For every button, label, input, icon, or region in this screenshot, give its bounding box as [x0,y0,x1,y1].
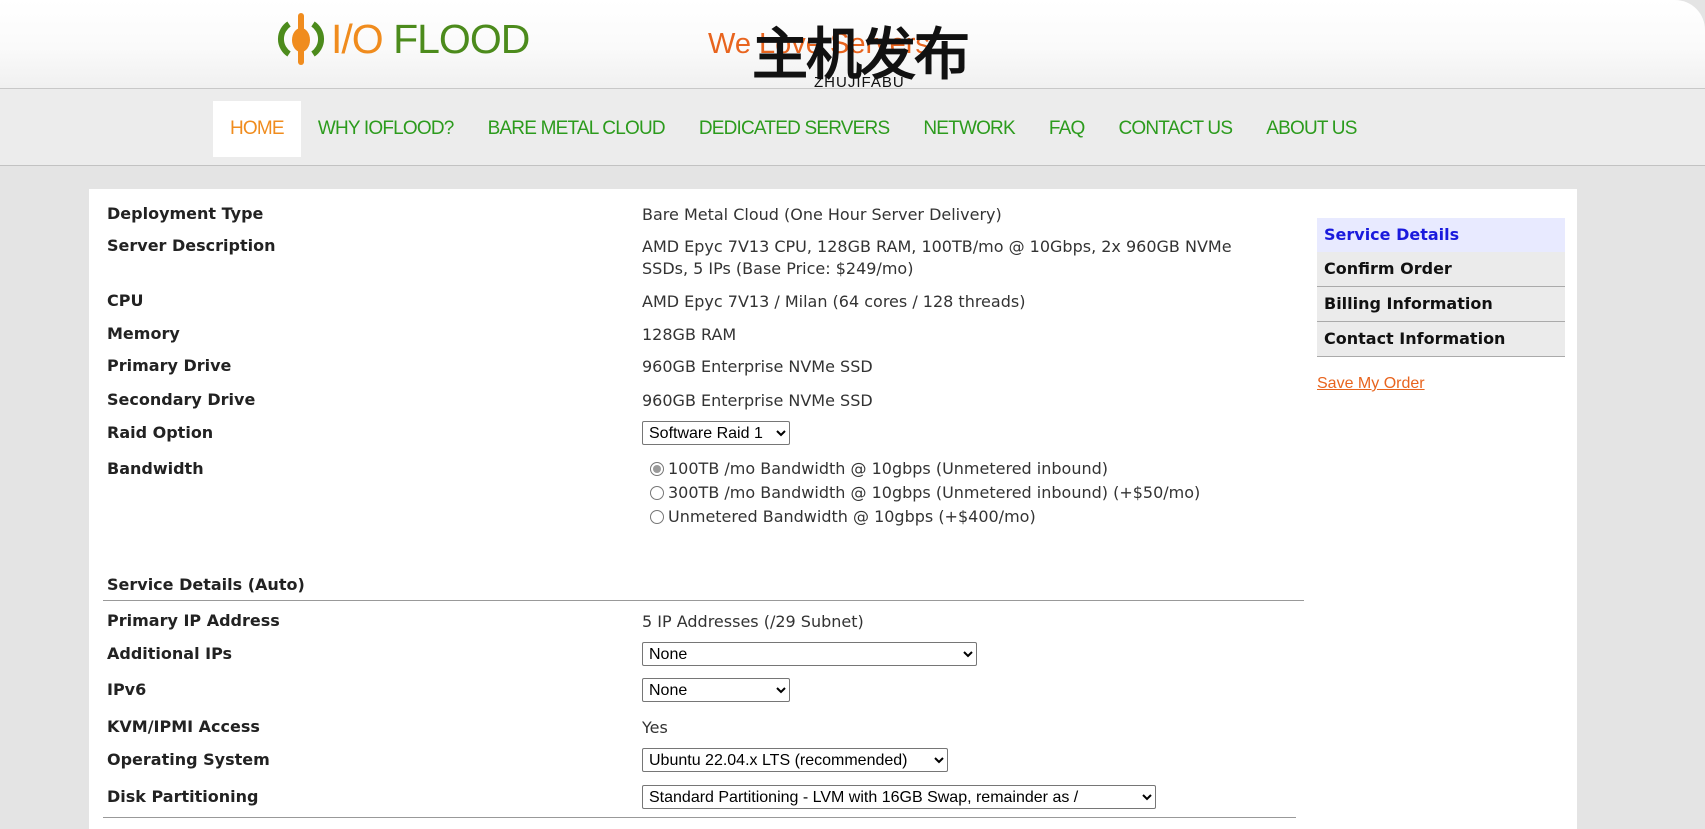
nav-item-dedicated-servers[interactable]: DEDICATED SERVERS [682,101,907,157]
value-server-description: AMD Epyc 7V13 CPU, 128GB RAM, 100TB/mo @… [642,237,1232,278]
bandwidth-option[interactable]: Unmetered Bandwidth @ 10gbps (+$400/mo) [642,505,1282,529]
label-ipv6: IPv6 [107,680,147,699]
label-disk-partitioning: Disk Partitioning [107,787,259,806]
sidebar-item-contact-information[interactable]: Contact Information [1317,322,1565,357]
raid-option-select[interactable]: Software Raid 1 [642,421,790,445]
logo-flood-text: FLOOD [382,15,530,62]
label-operating-system: Operating System [107,750,270,769]
main-nav: HOME WHY IOFLOOD? BARE METAL CLOUD DEDICATE… [0,89,1705,166]
watermark: 主机发布 ZHUJIFABU [752,28,970,92]
ipv6-select[interactable]: None [642,678,790,702]
section-divider [103,817,1296,818]
ioflood-logo[interactable]: I/O FLOOD [275,10,530,68]
bandwidth-radio[interactable] [650,462,664,476]
disk-partitioning-select[interactable]: Standard Partitioning - LVM with 16GB Sw… [642,785,1156,809]
label-memory: Memory [107,324,180,343]
label-raid-option: Raid Option [107,423,214,442]
nav-item-about-us[interactable]: ABOUT US [1249,101,1373,157]
bandwidth-option[interactable]: 100TB /mo Bandwidth @ 10gbps (Unmetered … [642,457,1282,481]
logo-io-text: I/O [331,15,384,62]
label-bandwidth: Bandwidth [107,459,204,478]
label-kvm: KVM/IPMI Access [107,717,260,736]
bandwidth-radio[interactable] [650,486,664,500]
additional-ips-select[interactable]: None [642,642,977,666]
nav-item-bare-metal-cloud[interactable]: BARE METAL CLOUD [471,101,682,157]
label-deployment-type: Deployment Type [107,204,264,223]
nav-item-network[interactable]: NETWORK [906,101,1032,157]
bandwidth-option[interactable]: 300TB /mo Bandwidth @ 10gbps (Unmetered … [642,481,1282,505]
label-secondary-drive: Secondary Drive [107,390,256,409]
section-title-service-auto: Service Details (Auto) [103,575,1304,601]
value-cpu: AMD Epyc 7V13 / Milan (64 cores / 128 th… [642,292,1026,311]
power-icon [275,10,327,68]
sidebar-item-billing-information[interactable]: Billing Information [1317,287,1565,322]
bandwidth-radio[interactable] [650,510,664,524]
logo-wordmark: I/O FLOOD [331,15,530,63]
nav-item-faq[interactable]: FAQ [1032,101,1102,157]
value-deployment-type: Bare Metal Cloud (One Hour Server Delive… [642,205,1002,224]
sidebar-item-confirm-order[interactable]: Confirm Order [1317,252,1565,287]
site-header: I/O FLOOD We Love Servers 主机发布 ZHUJIFABU [0,0,1705,92]
order-steps-sidebar: Service Details Confirm Order Billing Info… [1317,218,1565,393]
nav-item-contact-us[interactable]: CONTACT US [1101,101,1249,157]
nav-item-home[interactable]: HOME [213,101,301,157]
bandwidth-option-label: 100TB /mo Bandwidth @ 10gbps (Unmetered … [668,459,1108,478]
value-primary-ip: 5 IP Addresses (/29 Subnet) [642,612,864,631]
value-kvm: Yes [642,718,668,737]
label-server-description: Server Description [107,236,276,255]
label-cpu: CPU [107,291,144,310]
operating-system-select[interactable]: Ubuntu 22.04.x LTS (recommended) [642,748,948,772]
label-primary-drive: Primary Drive [107,356,232,375]
bandwidth-radio-group: 100TB /mo Bandwidth @ 10gbps (Unmetered … [642,457,1282,529]
save-my-order-link[interactable]: Save My Order [1317,375,1565,393]
bandwidth-option-label: 300TB /mo Bandwidth @ 10gbps (Unmetered … [668,483,1201,502]
bandwidth-option-label: Unmetered Bandwidth @ 10gbps (+$400/mo) [668,507,1036,526]
label-additional-ips: Additional IPs [107,644,233,663]
order-panel: Deployment Type Bare Metal Cloud (One Ho… [89,189,1577,829]
value-primary-drive: 960GB Enterprise NVMe SSD [642,357,873,376]
label-primary-ip: Primary IP Address [107,611,280,630]
value-memory: 128GB RAM [642,325,737,344]
nav-item-why-ioflood[interactable]: WHY IOFLOOD? [301,101,471,157]
value-secondary-drive: 960GB Enterprise NVMe SSD [642,391,873,410]
sidebar-item-service-details[interactable]: Service Details [1317,218,1565,252]
